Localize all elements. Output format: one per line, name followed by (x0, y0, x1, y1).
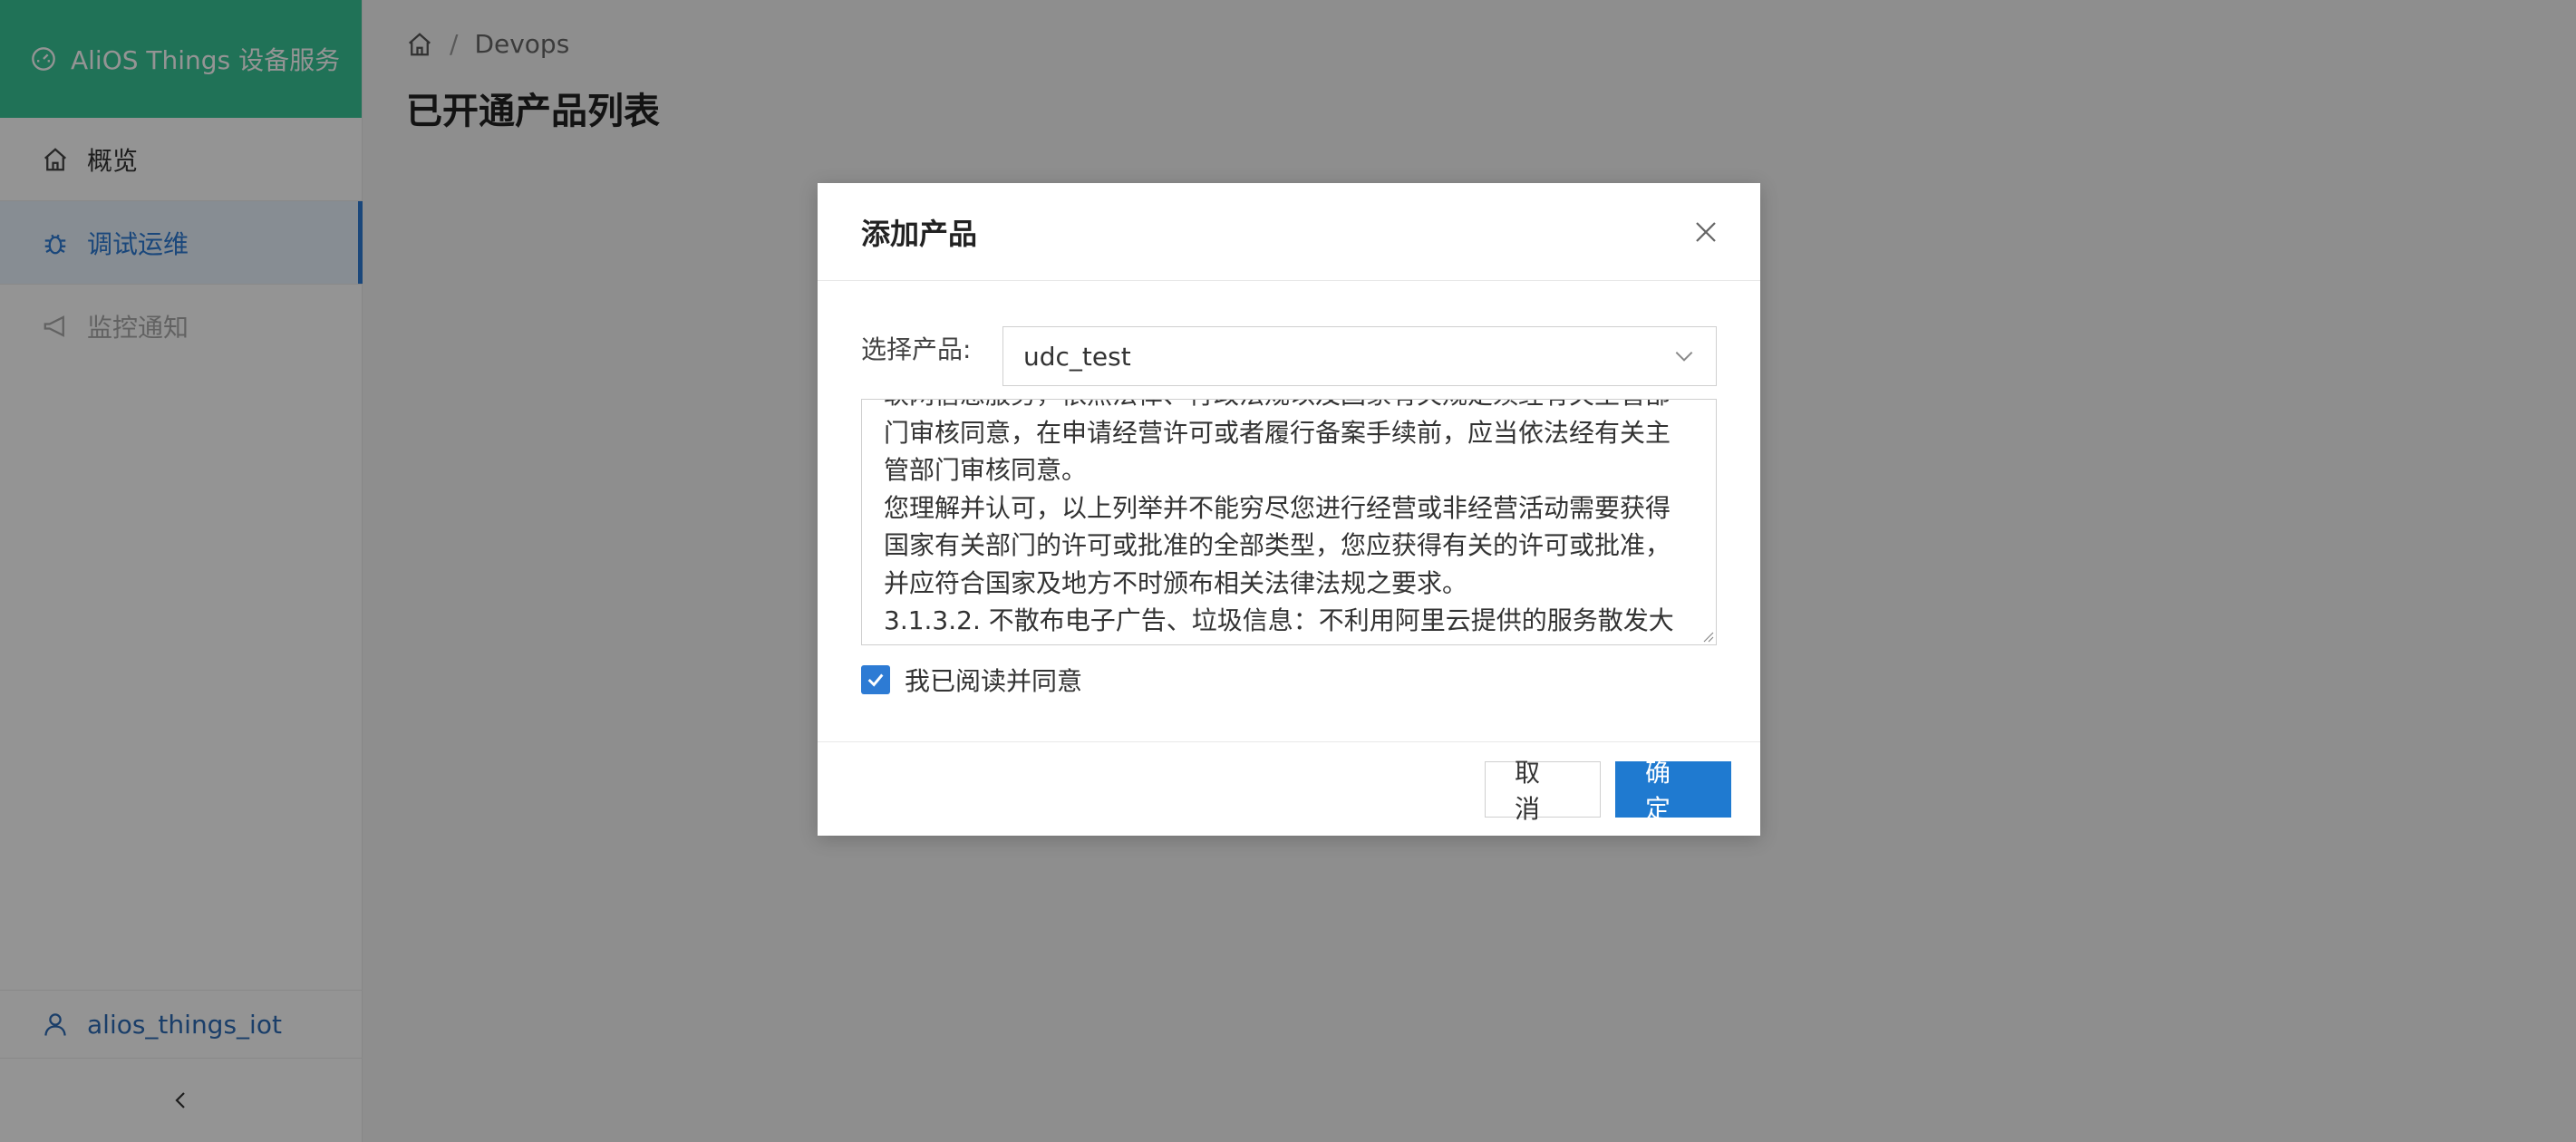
add-product-dialog: 添加产品 选择产品: udc_test 联网信息服务，依照法律、行政法规以及国家… (818, 183, 1760, 836)
dialog-footer: 取 消 确 定 (818, 741, 1760, 836)
chevron-down-icon (1675, 351, 1693, 362)
checkmark-icon (867, 673, 884, 687)
terms-paragraph: 您理解并认可，以上列举并不能穷尽您进行经营或非经营活动需要获得国家有关部门的许可… (884, 492, 1671, 598)
confirm-button[interactable]: 确 定 (1615, 758, 1731, 824)
agree-label: 我已阅读并同意 (905, 666, 1083, 696)
dialog-body: 选择产品: udc_test 联网信息服务，依照法律、行政法规以及国家有关规定须… (818, 281, 1760, 743)
terms-textarea[interactable]: 联网信息服务，依照法律、行政法规以及国家有关规定须经有关主管部门审核同意，在申请… (861, 399, 1717, 645)
product-select-value: udc_test (1023, 341, 1131, 372)
close-button[interactable] (1688, 214, 1724, 250)
dialog-title: 添加产品 (861, 216, 978, 251)
terms-content: 联网信息服务，依照法律、行政法规以及国家有关规定须经有关主管部门审核同意，在申请… (884, 400, 1694, 644)
terms-paragraph: 联网信息服务，依照法律、行政法规以及国家有关规定须经有关主管部门审核同意，在申请… (884, 400, 1671, 485)
product-select[interactable]: udc_test (1002, 326, 1717, 386)
dialog-header: 添加产品 (818, 183, 1760, 281)
terms-paragraph: 3.1.3.2. 不散布电子广告、垃圾信息：不利用阿里云提供的服务散发大量 (884, 605, 1674, 644)
agree-checkbox-row[interactable]: 我已阅读并同意 (861, 662, 1082, 698)
product-select-label: 选择产品: (861, 334, 972, 364)
resize-handle-icon[interactable] (1701, 630, 1714, 643)
agree-checkbox[interactable] (861, 665, 890, 694)
close-icon (1696, 221, 1716, 242)
cancel-button[interactable]: 取 消 (1485, 758, 1601, 824)
